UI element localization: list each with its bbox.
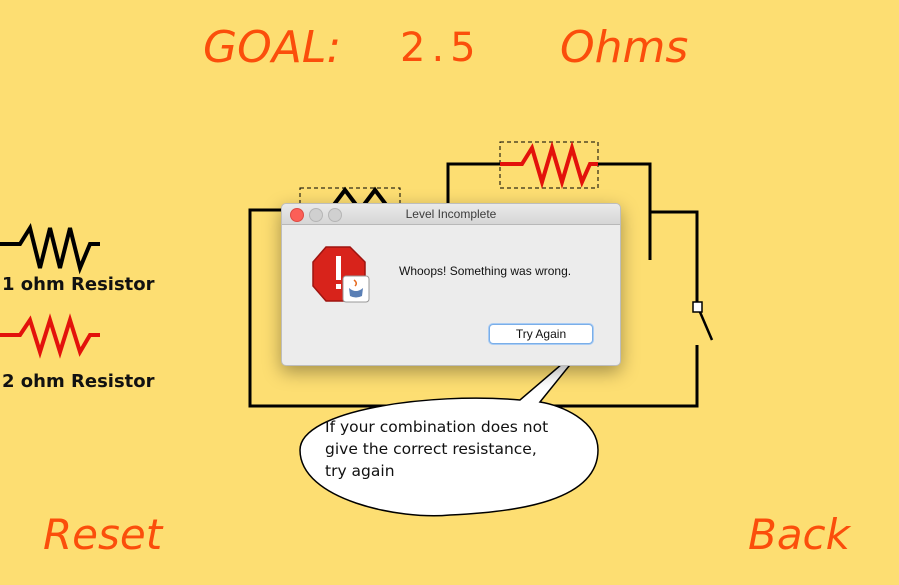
dialog-message: Whoops! Something was wrong. xyxy=(399,264,572,278)
stop-alert-icon xyxy=(312,246,370,303)
dialog-titlebar: Level Incomplete xyxy=(282,204,620,225)
palette-resistor-2ohm-icon[interactable] xyxy=(0,313,100,359)
palette-label-1ohm: 1 ohm Resistor xyxy=(2,274,155,295)
palette-resistor-1ohm-icon[interactable] xyxy=(0,222,100,275)
reset-button[interactable]: Reset xyxy=(43,510,162,559)
hint-line-1: If your combination does not xyxy=(325,418,549,436)
hint-line-3: try again xyxy=(325,462,395,480)
back-button[interactable]: Back xyxy=(748,510,850,559)
hint-text: If your combination does not give the co… xyxy=(325,416,595,482)
dialog-title: Level Incomplete xyxy=(405,207,497,221)
java-coffee-icon xyxy=(342,275,370,303)
placed-resistor-red[interactable] xyxy=(500,140,598,190)
level-incomplete-dialog: Level Incomplete Whoops! Something was w… xyxy=(281,203,621,366)
hint-line-2: give the correct resistance, xyxy=(325,440,537,458)
try-again-button[interactable]: Try Again xyxy=(489,324,593,344)
switch-icon[interactable] xyxy=(692,301,714,341)
palette-label-2ohm: 2 ohm Resistor xyxy=(2,371,155,392)
